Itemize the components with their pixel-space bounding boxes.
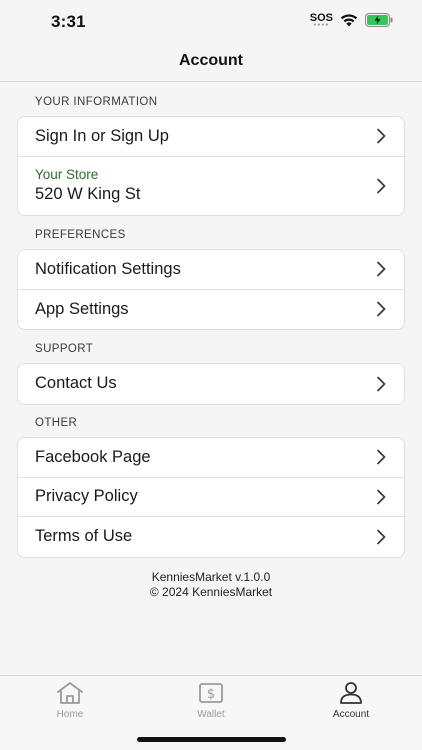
tab-home-label: Home	[56, 709, 84, 720]
wifi-icon	[340, 13, 358, 26]
chevron-right-icon	[377, 489, 386, 505]
terms-of-use-label: Terms of Use	[35, 527, 133, 546]
chevron-right-icon	[377, 529, 386, 545]
sign-in-label: Sign In or Sign Up	[35, 126, 169, 145]
your-store-row[interactable]: Your Store 520 W King St	[18, 157, 404, 215]
tab-account-label: Account	[332, 709, 370, 720]
card-support: Contact Us	[17, 363, 405, 405]
person-icon	[340, 682, 362, 704]
section-label-preferences: PREFERENCES	[35, 229, 126, 241]
copyright: © 2024 KenniesMarket	[149, 584, 273, 599]
section-label-your-information: YOUR INFORMATION	[35, 96, 158, 108]
battery-icon	[365, 13, 393, 27]
page-title: Account	[179, 52, 243, 69]
privacy-policy-row[interactable]: Privacy Policy	[18, 478, 404, 517]
notification-settings-row[interactable]: Notification Settings	[18, 250, 404, 290]
store-address: 520 W King St	[35, 185, 141, 203]
status-time: 3:31	[51, 12, 86, 31]
facebook-page-label: Facebook Page	[35, 447, 151, 466]
chevron-right-icon	[377, 376, 386, 392]
sign-in-row[interactable]: Sign In or Sign Up	[18, 117, 404, 157]
signal-icon: SOS ●●●●	[310, 13, 333, 28]
svg-text:$: $	[207, 687, 215, 702]
contact-us-row[interactable]: Contact Us	[18, 364, 404, 404]
tab-home[interactable]: Home	[25, 681, 115, 720]
home-icon	[57, 682, 83, 704]
facebook-page-row[interactable]: Facebook Page	[18, 438, 404, 478]
store-info: Your Store 520 W King St	[35, 167, 376, 204]
version-info: KenniesMarket v.1.0.0 © 2024 KenniesMark…	[0, 570, 422, 599]
header-divider	[0, 81, 422, 82]
terms-of-use-row[interactable]: Terms of Use	[18, 517, 404, 557]
contact-us-label: Contact Us	[35, 374, 117, 393]
chevron-right-icon	[377, 261, 386, 277]
chevron-right-icon	[377, 178, 386, 193]
wallet-icon: $	[199, 683, 223, 703]
app-settings-label: App Settings	[35, 299, 129, 318]
tab-wallet[interactable]: $ Wallet	[166, 681, 256, 720]
section-label-other: OTHER	[35, 417, 78, 429]
card-other: Facebook Page Privacy Policy Terms of Us…	[17, 437, 405, 558]
status-bar: 3:31 SOS ●●●●	[0, 0, 422, 44]
notification-settings-label: Notification Settings	[35, 259, 181, 278]
chevron-right-icon	[377, 128, 386, 144]
section-label-support: SUPPORT	[35, 343, 94, 355]
card-preferences: Notification Settings App Settings	[17, 249, 405, 330]
chevron-right-icon	[377, 301, 386, 317]
privacy-policy-label: Privacy Policy	[35, 487, 138, 506]
tab-wallet-label: Wallet	[197, 709, 225, 720]
app-settings-row[interactable]: App Settings	[18, 290, 404, 330]
chevron-right-icon	[377, 449, 386, 465]
card-your-information: Sign In or Sign Up Your Store 520 W King…	[17, 116, 405, 216]
app-version: KenniesMarket v.1.0.0	[151, 570, 271, 584]
status-icons: SOS ●●●●	[310, 13, 394, 28]
home-indicator[interactable]	[137, 737, 286, 742]
tab-account[interactable]: Account	[306, 681, 396, 720]
store-title: Your Store	[35, 167, 99, 182]
